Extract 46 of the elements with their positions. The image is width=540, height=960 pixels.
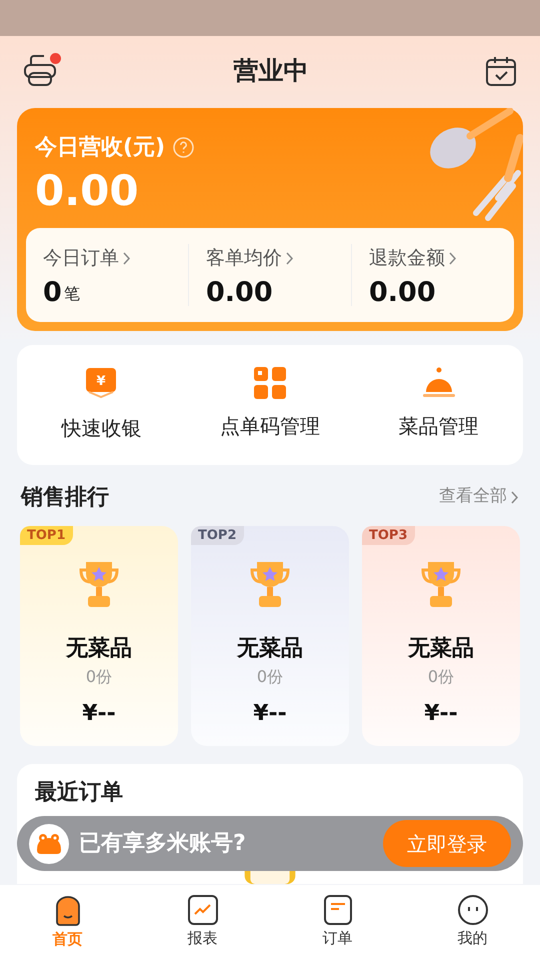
quick-action[interactable]: ¥ 快速收银 xyxy=(17,366,186,442)
revenue-amount: 0.00 xyxy=(35,166,139,215)
frog-mascot-icon xyxy=(29,824,69,864)
sold-count: 0份 xyxy=(86,666,112,688)
chevron-right-icon xyxy=(511,490,519,504)
stat-link[interactable]: 客单均价 xyxy=(206,244,294,272)
dish-name: 无菜品 xyxy=(66,634,132,662)
service-bell-icon xyxy=(422,366,456,398)
dish-price: ¥-- xyxy=(82,700,116,728)
trophy-icon xyxy=(419,560,463,610)
rank-tag: TOP2 xyxy=(191,526,244,545)
login-prompt-text: 已有享多米账号? xyxy=(79,830,246,858)
dish-name: 无菜品 xyxy=(237,634,303,662)
quick-action[interactable]: 菜品管理 xyxy=(354,366,524,442)
dish-name: 无菜品 xyxy=(408,634,474,662)
trophy-icon xyxy=(77,560,121,610)
rank-tag: TOP3 xyxy=(362,526,414,545)
page-title: 营业中 xyxy=(234,55,308,88)
revenue-label: 今日营收(元) xyxy=(35,134,166,162)
dish-price: ¥-- xyxy=(253,700,287,728)
section-title: 最近订单 xyxy=(35,778,123,806)
sold-count: 0份 xyxy=(428,666,454,688)
tab-item[interactable]: 报表 xyxy=(135,885,270,960)
smiley-icon xyxy=(458,895,488,926)
section-title: 销售排行 xyxy=(21,484,109,512)
tab-item[interactable]: 我的 xyxy=(405,885,540,960)
calendar-check-icon[interactable] xyxy=(485,55,517,87)
dish-price: ¥-- xyxy=(424,700,458,728)
line-chart-icon xyxy=(188,895,218,926)
printer-icon[interactable] xyxy=(23,55,57,87)
sold-count: 0份 xyxy=(256,666,284,688)
stat-link[interactable]: 退款金额 xyxy=(369,244,457,272)
stat-value: 0.00 xyxy=(206,278,273,306)
trophy-icon xyxy=(248,560,292,610)
stat-unit: 笔 xyxy=(64,282,80,304)
stat-value: 0.00 xyxy=(369,278,436,306)
chevron-right-icon xyxy=(449,252,457,265)
document-icon xyxy=(324,895,352,926)
stat-link[interactable]: 今日订单 xyxy=(43,244,131,272)
rank-tag: TOP1 xyxy=(20,526,72,545)
quick-action[interactable]: 点单码管理 xyxy=(186,366,354,442)
stat-value: 0 xyxy=(43,278,62,306)
tab-item[interactable]: 订单 xyxy=(270,885,405,960)
chevron-right-icon xyxy=(286,252,294,265)
chevron-right-icon xyxy=(123,252,131,265)
qr-code-icon xyxy=(254,366,286,398)
